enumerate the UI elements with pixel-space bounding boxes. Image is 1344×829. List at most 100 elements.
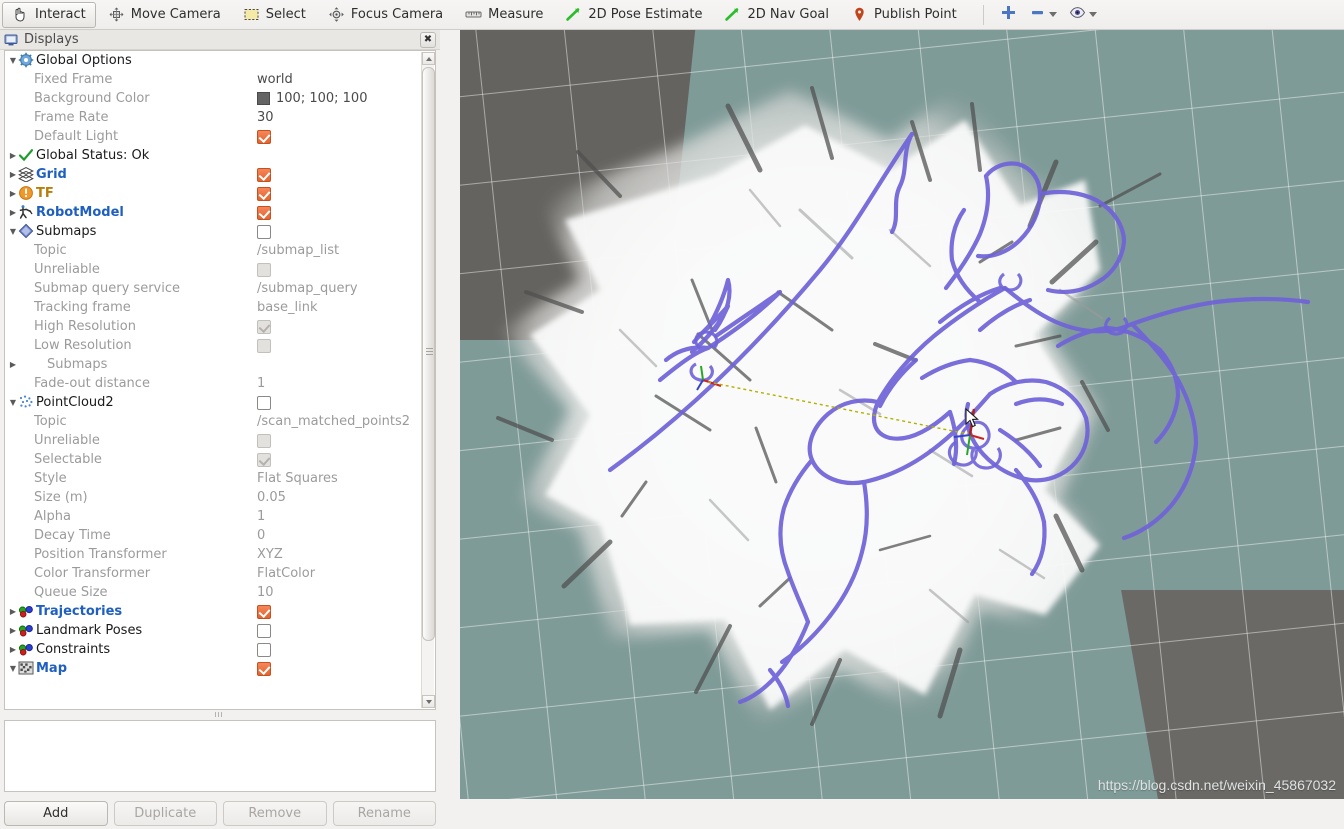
display-row-value-cell[interactable]: /submap_list — [257, 243, 339, 258]
display-row-value-cell[interactable]: base_link — [257, 300, 317, 315]
display-row-value-cell[interactable] — [257, 395, 271, 410]
display-row-map[interactable]: ▼ Map — [5, 659, 423, 678]
display-row-fixed-frame[interactable]: Fixed Frame world — [5, 70, 423, 89]
display-row-value-cell[interactable] — [257, 262, 271, 277]
display-row-value-cell[interactable]: 0 — [257, 528, 265, 543]
chevron-right-icon[interactable]: ▶ — [8, 355, 18, 374]
duplicate-button[interactable]: Duplicate — [113, 801, 217, 826]
tool-measure[interactable]: Measure — [455, 2, 553, 28]
display-row-landmark-poses[interactable]: ▶ Landmark Poses — [5, 621, 423, 640]
chevron-down-icon[interactable]: ▼ — [8, 659, 18, 678]
add-tool-button[interactable] — [994, 3, 1023, 27]
chevron-right-icon[interactable]: ▶ — [8, 165, 18, 184]
display-row-unreliable[interactable]: Unreliable — [5, 431, 423, 450]
display-row-value-cell[interactable] — [257, 623, 271, 638]
checkbox-checked[interactable] — [257, 604, 271, 619]
display-row-value-cell[interactable] — [257, 186, 271, 201]
chevron-right-icon[interactable]: ▶ — [8, 640, 18, 659]
display-row-global-options[interactable]: ▼ Global Options — [5, 51, 423, 70]
rename-button[interactable]: Rename — [332, 801, 436, 826]
tool-2d-nav-goal[interactable]: 2D Nav Goal — [714, 2, 839, 28]
display-row-submaps[interactable]: ▶ Submaps — [5, 355, 423, 374]
display-row-value-cell[interactable]: world — [257, 72, 293, 87]
display-row-style[interactable]: Style Flat Squares — [5, 469, 423, 488]
display-row-topic[interactable]: Topic/scan_matched_points2 — [5, 412, 423, 431]
display-row-value-cell[interactable] — [257, 604, 271, 619]
scroll-down-button[interactable] — [422, 695, 435, 708]
display-row-position-transformer[interactable]: Position Transformer XYZ — [5, 545, 423, 564]
checkbox-unchecked[interactable] — [257, 623, 271, 638]
checkbox-checked[interactable] — [257, 205, 271, 220]
display-row-pointcloud2[interactable]: ▼ PointCloud2 — [5, 393, 423, 412]
display-row-default-light[interactable]: Default Light — [5, 127, 423, 146]
display-row-topic[interactable]: Topic/submap_list — [5, 241, 423, 260]
display-row-value-cell[interactable] — [257, 224, 271, 239]
checkbox-checked[interactable] — [257, 661, 271, 676]
display-row-value-cell[interactable] — [257, 167, 271, 182]
display-row-trajectories[interactable]: ▶ Trajectories — [5, 602, 423, 621]
display-row-value-cell[interactable] — [257, 452, 271, 467]
tool-interact[interactable]: Interact — [2, 1, 96, 28]
display-row-value-cell[interactable] — [257, 338, 271, 353]
chevron-right-icon[interactable]: ▶ — [8, 184, 18, 203]
display-row-value-cell[interactable]: XYZ — [257, 547, 283, 562]
visibility-button[interactable] — [1063, 3, 1103, 27]
checkbox-unchecked[interactable] — [257, 224, 271, 239]
checkbox-checked[interactable] — [257, 129, 271, 144]
display-row-value-cell[interactable] — [257, 642, 271, 657]
display-row-value-cell[interactable]: 30 — [257, 110, 274, 125]
display-row-global-status-ok[interactable]: ▶ Global Status: Ok — [5, 146, 423, 165]
tool-2d-pose-estimate[interactable]: 2D Pose Estimate — [555, 2, 712, 28]
display-row-fade-out-distance[interactable]: Fade-out distance 1 — [5, 374, 423, 393]
display-row-color-transformer[interactable]: Color Transformer FlatColor — [5, 564, 423, 583]
tool-move-camera[interactable]: Move Camera — [98, 2, 231, 28]
display-row-background-color[interactable]: Background Color 100; 100; 100 — [5, 89, 423, 108]
color-swatch[interactable] — [257, 92, 270, 105]
displays-tree[interactable]: ▼ Global Options Fixed Frame world Backgroun… — [4, 50, 436, 710]
chevron-down-icon[interactable] — [1048, 12, 1057, 17]
display-row-high-resolution[interactable]: High Resolution — [5, 317, 423, 336]
display-row-submaps[interactable]: ▼ Submaps — [5, 222, 423, 241]
display-row-value-cell[interactable]: FlatColor — [257, 566, 315, 581]
display-row-value-cell[interactable] — [257, 661, 271, 676]
display-row-tracking-frame[interactable]: Tracking frame base_link — [5, 298, 423, 317]
display-row-value-cell[interactable]: 0.05 — [257, 490, 286, 505]
tool-focus-camera[interactable]: Focus Camera — [318, 2, 453, 28]
panel-splitter[interactable] — [207, 712, 229, 717]
display-row-value-cell[interactable]: 10 — [257, 585, 274, 600]
display-row-tf[interactable]: ▶ TF — [5, 184, 423, 203]
remove-tool-button[interactable] — [1023, 3, 1063, 27]
display-row-robotmodel[interactable]: ▶ RobotModel — [5, 203, 423, 222]
display-row-submap-query-service[interactable]: Submap query service/submap_query — [5, 279, 423, 298]
remove-button[interactable]: Remove — [223, 801, 327, 826]
add-button[interactable]: Add — [4, 801, 108, 826]
chevron-down-icon[interactable]: ▼ — [8, 51, 18, 70]
display-row-value-cell[interactable]: /submap_query — [257, 281, 358, 296]
display-row-value-cell[interactable]: 100; 100; 100 — [257, 91, 367, 106]
display-row-frame-rate[interactable]: Frame Rate 30 — [5, 108, 423, 127]
scroll-up-button[interactable] — [422, 52, 435, 65]
chevron-right-icon[interactable]: ▶ — [8, 203, 18, 222]
chevron-down-icon[interactable]: ▼ — [8, 222, 18, 241]
tool-publish-point[interactable]: Publish Point — [841, 2, 967, 28]
render-viewport-3d[interactable]: https://blog.csdn.net/weixin_45867032 — [460, 30, 1344, 799]
display-row-value-cell[interactable] — [257, 205, 271, 220]
checkbox-checked[interactable] — [257, 186, 271, 201]
display-row-value-cell[interactable]: 1 — [257, 509, 265, 524]
chevron-down-icon[interactable]: ▼ — [8, 393, 18, 412]
chevron-right-icon[interactable]: ▶ — [8, 621, 18, 640]
chevron-right-icon[interactable]: ▶ — [8, 146, 18, 165]
display-row-size-m[interactable]: Size (m) 0.05 — [5, 488, 423, 507]
display-row-unreliable[interactable]: Unreliable — [5, 260, 423, 279]
checkbox-unchecked[interactable] — [257, 642, 271, 657]
display-row-value-cell[interactable]: /scan_matched_points2 — [257, 414, 410, 429]
close-icon[interactable]: ✖ — [420, 31, 436, 48]
display-row-constraints[interactable]: ▶ Constraints — [5, 640, 423, 659]
display-row-low-resolution[interactable]: Low Resolution — [5, 336, 423, 355]
scrollbar-thumb[interactable] — [422, 67, 435, 641]
display-row-selectable[interactable]: Selectable — [5, 450, 423, 469]
checkbox-unchecked[interactable] — [257, 395, 271, 410]
chevron-right-icon[interactable]: ▶ — [8, 602, 18, 621]
display-row-queue-size[interactable]: Queue Size 10 — [5, 583, 423, 602]
checkbox-checked[interactable] — [257, 167, 271, 182]
